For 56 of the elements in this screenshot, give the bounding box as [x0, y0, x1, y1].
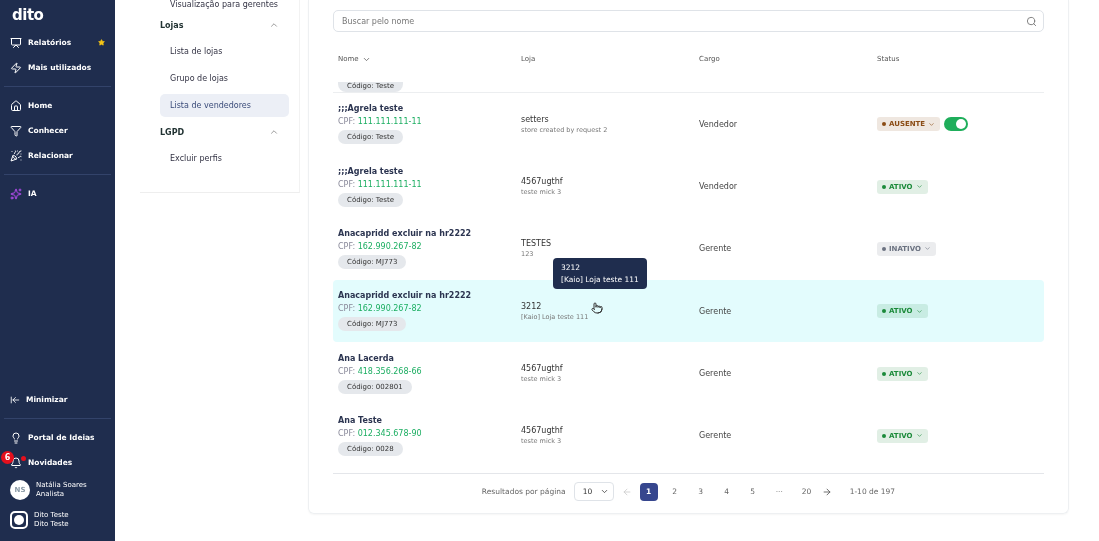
- store-name: 3212: [521, 301, 542, 311]
- store-name: 4567ugthf: [521, 426, 563, 436]
- seller-name: Anacapridd excluir na hr2222: [338, 291, 472, 301]
- toggle-switch[interactable]: [944, 117, 969, 132]
- logo[interactable]: dito: [0, 6, 56, 30]
- chevron-down-icon: [915, 183, 923, 191]
- cpf-text: CPF: 418.356.268-66: [338, 366, 422, 376]
- bell-icon: [10, 456, 22, 469]
- role-text: Gerente: [699, 306, 732, 316]
- account-icon[interactable]: [10, 511, 28, 529]
- seller-name: ;;;Agrela teste: [338, 166, 404, 176]
- cpf-text: CPF: 162.990.267-82: [338, 304, 422, 314]
- submenu-item[interactable]: Excluir perfis: [160, 147, 289, 170]
- submenu-item[interactable]: Visualização para gerentes: [160, 0, 278, 12]
- store-name: setters: [521, 114, 549, 124]
- party-popper-icon: [10, 149, 22, 162]
- chevron-down-icon: [915, 307, 923, 315]
- submenu-item[interactable]: Lista de lojas: [160, 40, 289, 63]
- chevron-down-icon: [923, 245, 931, 253]
- notification-badge: 6: [1, 451, 14, 464]
- collapse-icon: [10, 394, 20, 405]
- seller-name: Anacapridd excluir na hr2222: [338, 228, 472, 238]
- hand-cursor-icon: [591, 302, 603, 315]
- search-field[interactable]: Buscar pelo nome: [333, 10, 1044, 33]
- role-text: Vendedor: [699, 182, 738, 192]
- chevron-down-icon: [599, 487, 609, 496]
- sparkles-icon: [10, 187, 22, 200]
- cpf-text: CPF: 111.111.111-11: [338, 117, 422, 127]
- chevron-down-icon: [928, 120, 936, 128]
- submenu-item[interactable]: Lista de vendedores: [160, 94, 289, 117]
- cpf-text: CPF: 111.111.111-11: [338, 179, 422, 189]
- home-icon: [10, 99, 22, 112]
- bolt-icon: [10, 61, 22, 74]
- role-text: Gerente: [699, 369, 732, 379]
- seller-name: ;;;Agrela teste: [338, 104, 404, 114]
- presentation-icon: [10, 36, 22, 49]
- unread-dot: [21, 456, 26, 461]
- cpf-text: CPF: 162.990.267-82: [338, 241, 422, 251]
- submenu-item[interactable]: Grupo de lojas: [160, 67, 289, 90]
- role-text: Gerente: [699, 244, 732, 254]
- store-name: TESTES: [521, 239, 552, 249]
- next-page-icon[interactable]: [821, 486, 832, 497]
- submenu-section-header[interactable]: LGPD: [160, 119, 289, 145]
- search-icon: [1026, 15, 1037, 27]
- chevron-down-icon: [915, 370, 923, 378]
- role-text: Vendedor: [699, 119, 738, 129]
- seller-name: Ana Teste: [338, 415, 382, 425]
- store-name: 4567ugthf: [521, 364, 563, 374]
- seller-name: Ana Lacerda: [338, 353, 394, 363]
- store-name: 4567ugthf: [521, 177, 563, 187]
- chevron-down-icon: [915, 432, 923, 440]
- funnel-icon: [10, 124, 22, 137]
- submenu-section-header[interactable]: Lojas: [160, 12, 289, 38]
- role-text: Gerente: [699, 431, 732, 441]
- lightbulb-icon: [10, 431, 22, 444]
- cpf-text: CPF: 012.345.678-90: [338, 428, 422, 438]
